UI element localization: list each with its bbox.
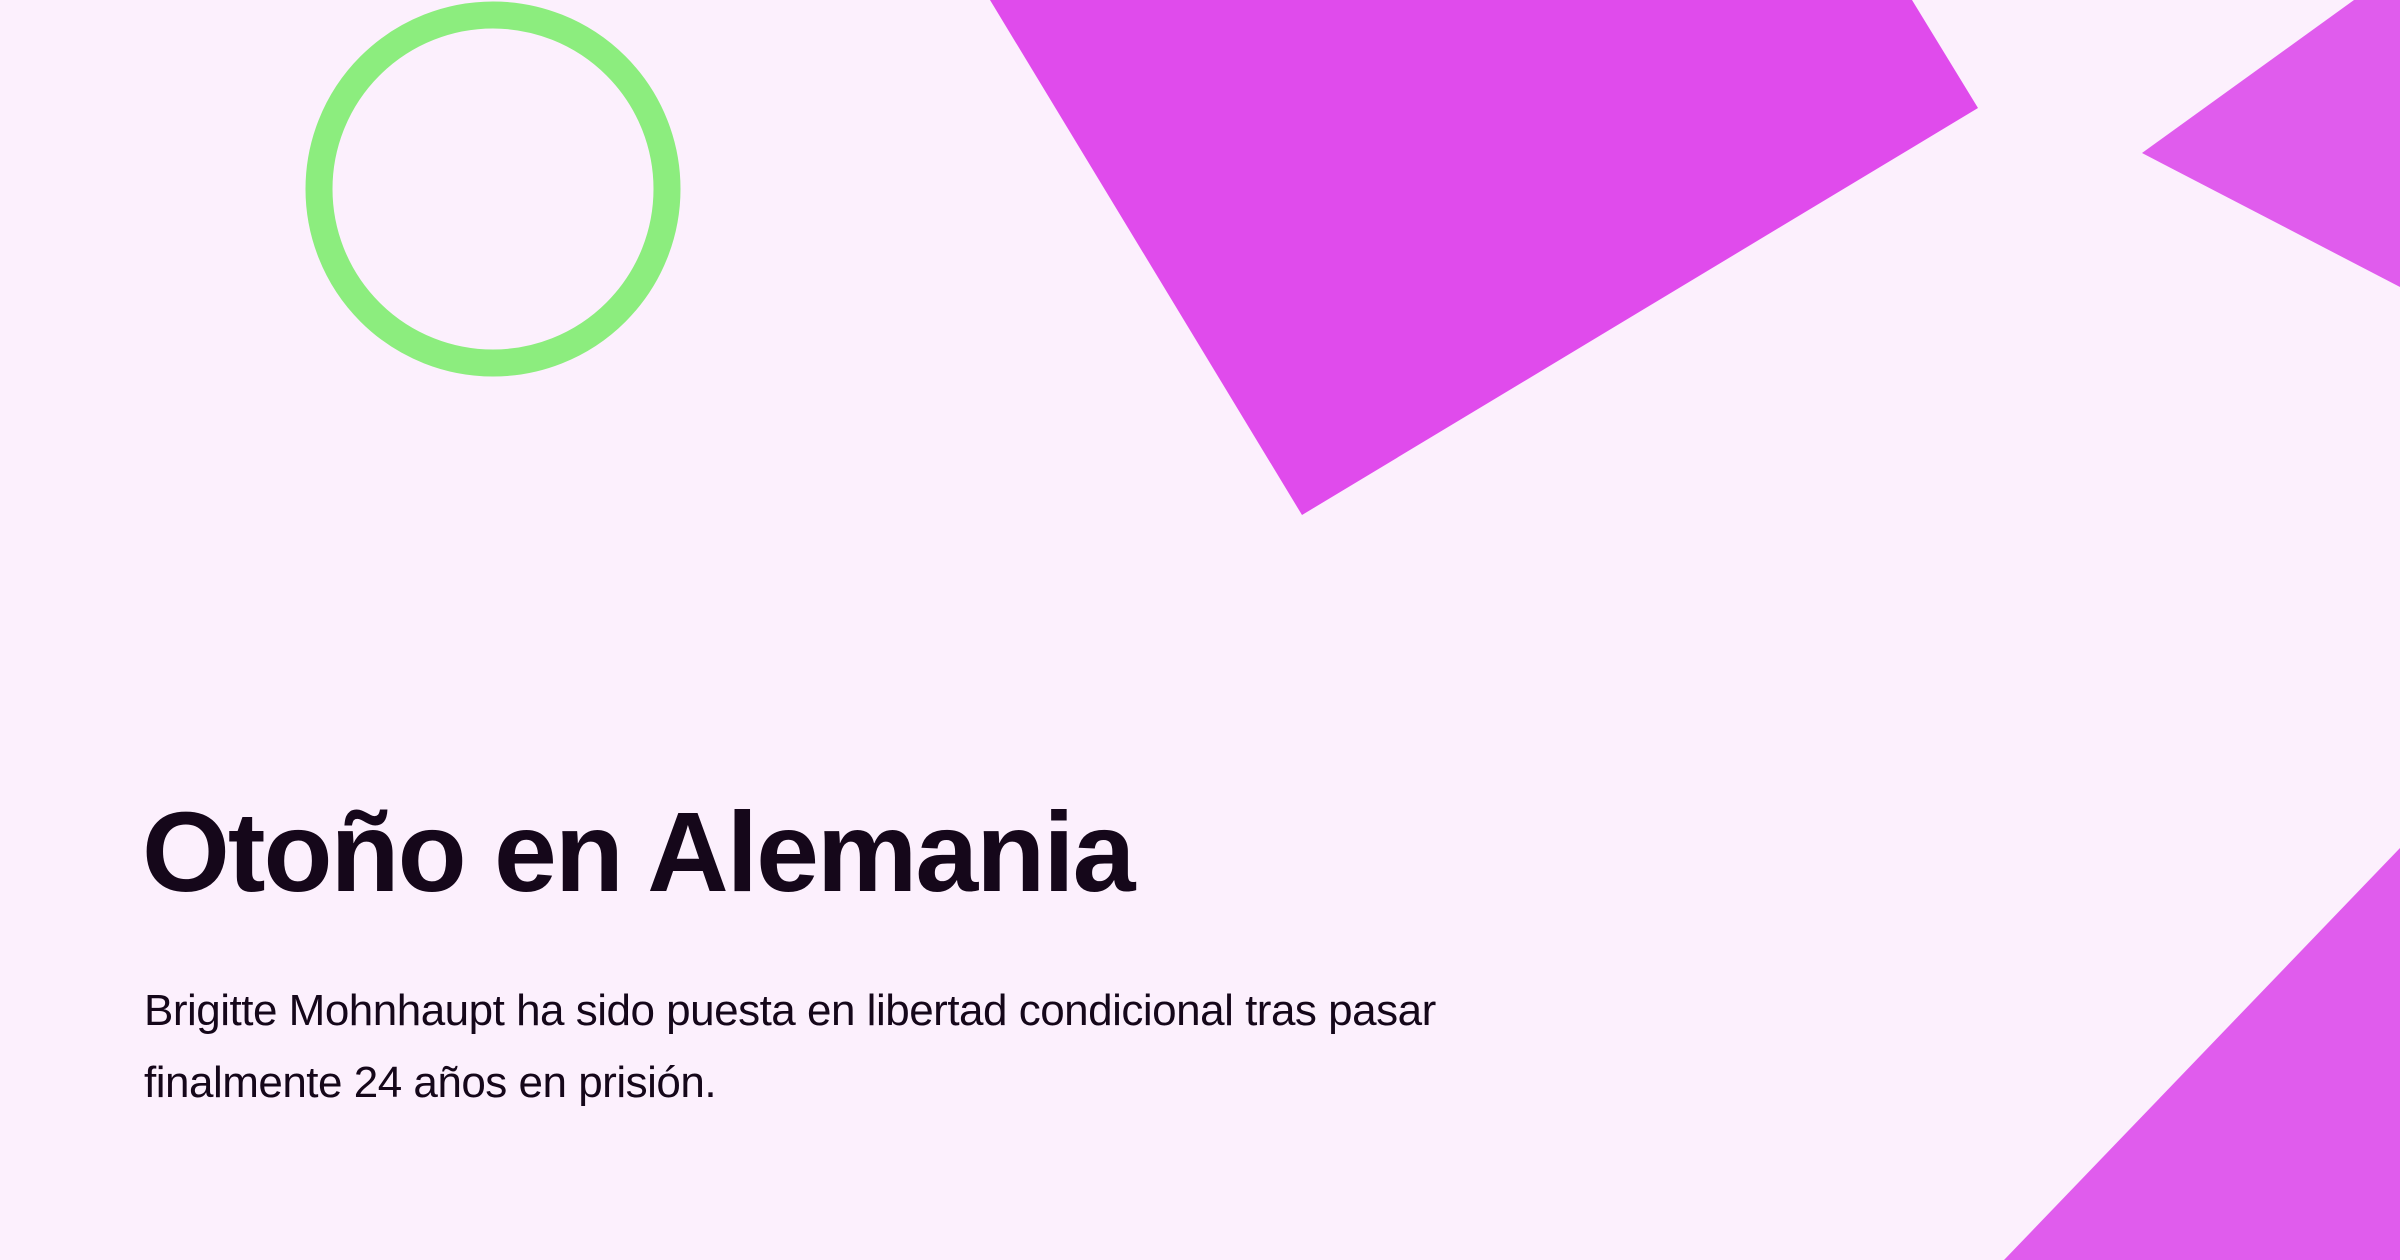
magenta-corner-triangle-top-right (2142, 0, 2400, 287)
green-ring-decoration (305, 1, 681, 377)
card-title: Otoño en Alemania (142, 789, 1135, 915)
magenta-triangle-decoration (990, 0, 1978, 515)
card-description: Brigitte Mohnhaupt ha sido puesta en lib… (144, 986, 1436, 1107)
magenta-corner-triangle-bottom-right (2004, 848, 2400, 1260)
social-share-card: Otoño en Alemania Brigitte Mohnhaupt ha … (0, 0, 2400, 1260)
